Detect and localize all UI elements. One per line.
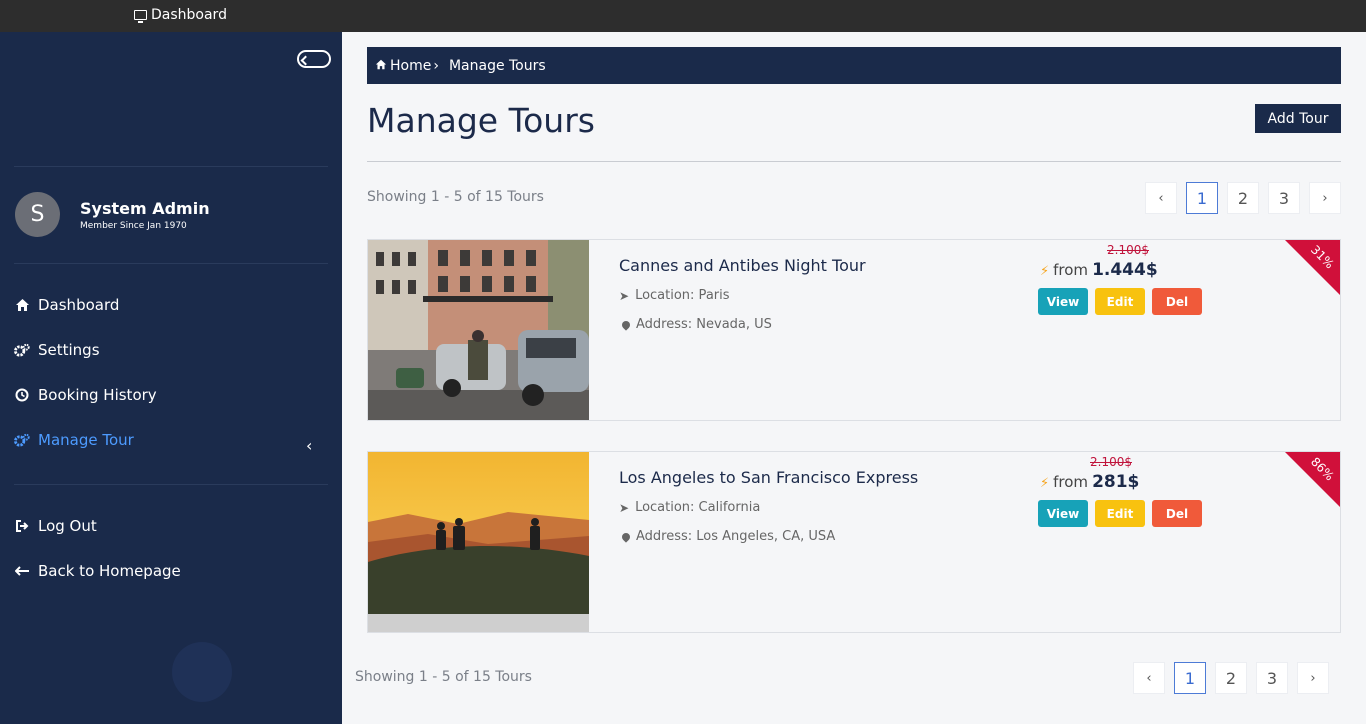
- delete-button[interactable]: Del: [1152, 500, 1202, 527]
- sidebar: S System Admin Member Since Jan 1970 Das…: [0, 32, 342, 724]
- map-marker-icon: [620, 530, 632, 543]
- add-tour-button[interactable]: Add Tour: [1255, 104, 1341, 133]
- sidebar-item-label: Settings: [38, 341, 100, 359]
- tour-name[interactable]: Los Angeles to San Francisco Express: [619, 468, 918, 487]
- topbar-dashboard-label: Dashboard: [151, 7, 227, 23]
- prev-page-button[interactable]: ‹: [1145, 182, 1177, 214]
- tour-price-from: from: [1053, 261, 1089, 279]
- pagination-top: ‹ 1 2 3 ›: [1145, 182, 1341, 214]
- pagination-bottom: ‹ 1 2 3 ›: [1133, 662, 1329, 694]
- sign-out-icon: [14, 518, 30, 534]
- top-bar: Dashboard: [0, 0, 1366, 32]
- sidebar-toggle-icon[interactable]: [297, 50, 331, 68]
- prev-page-button[interactable]: ‹: [1133, 662, 1165, 694]
- breadcrumb-home-link[interactable]: Home: [390, 58, 431, 74]
- tour-card: Cannes and Antibes Night Tour ➤ Location…: [367, 239, 1341, 421]
- page-button-1[interactable]: 1: [1174, 662, 1206, 694]
- showing-count: Showing 1 - 5 of 15 Tours: [367, 189, 544, 205]
- tour-old-price: 2.100$: [1090, 455, 1132, 469]
- tour-old-price: 2.100$: [1107, 243, 1149, 257]
- avatar: S: [15, 192, 60, 237]
- tour-location: ➤ Location: Paris: [619, 288, 730, 303]
- paper-plane-icon: ➤: [619, 288, 630, 303]
- tour-price: ⚡ from 1.444$: [1040, 260, 1158, 280]
- breadcrumb: Home › Manage Tours: [367, 47, 1341, 84]
- page-button-2[interactable]: 2: [1227, 182, 1259, 214]
- sidebar-item-label: Booking History: [38, 386, 157, 404]
- tour-address: Address: Nevada, US: [620, 317, 772, 332]
- sidebar-item-manage-tour[interactable]: Manage Tour: [14, 431, 134, 449]
- tour-actions: View Edit Del: [1038, 500, 1202, 527]
- bolt-icon: ⚡: [1040, 264, 1050, 279]
- sidebar-item-dashboard[interactable]: Dashboard: [14, 296, 119, 314]
- tour-price-from: from: [1053, 473, 1089, 491]
- showing-count-bottom: Showing 1 - 5 of 15 Tours: [355, 669, 532, 685]
- home-icon: [14, 297, 30, 313]
- decorative-circle: [172, 642, 232, 702]
- view-button[interactable]: View: [1038, 288, 1088, 315]
- edit-button[interactable]: Edit: [1095, 500, 1145, 527]
- page-button-1[interactable]: 1: [1186, 182, 1218, 214]
- tour-address-text: Address: Nevada, US: [636, 317, 772, 332]
- divider: [14, 166, 328, 167]
- edit-button[interactable]: Edit: [1095, 288, 1145, 315]
- page-button-3[interactable]: 3: [1268, 182, 1300, 214]
- sidebar-item-label: Back to Homepage: [38, 562, 181, 580]
- user-name: System Admin: [80, 199, 210, 218]
- view-button[interactable]: View: [1038, 500, 1088, 527]
- clock-icon: [14, 387, 30, 403]
- chevron-right-icon: ›: [433, 57, 439, 74]
- monitor-icon: [134, 10, 147, 23]
- page-title: Manage Tours: [367, 101, 595, 140]
- divider: [14, 484, 328, 485]
- tour-photo: [368, 240, 589, 420]
- topbar-dashboard-link[interactable]: Dashboard: [134, 7, 227, 23]
- next-page-button[interactable]: ›: [1297, 662, 1329, 694]
- divider: [14, 263, 328, 264]
- sidebar-item-label: Dashboard: [38, 296, 120, 314]
- sidebar-item-back-home[interactable]: Back to Homepage: [14, 562, 181, 580]
- tour-location-text: Location: Paris: [635, 288, 730, 303]
- map-marker-icon: [620, 318, 632, 331]
- delete-button[interactable]: Del: [1152, 288, 1202, 315]
- gears-icon: [14, 342, 30, 358]
- tour-location-text: Location: California: [635, 500, 761, 515]
- tour-price-amount: 281$: [1092, 472, 1140, 492]
- user-since: Member Since Jan 1970: [80, 221, 187, 231]
- sidebar-item-booking-history[interactable]: Booking History: [14, 386, 157, 404]
- bolt-icon: ⚡: [1040, 476, 1050, 491]
- tour-actions: View Edit Del: [1038, 288, 1202, 315]
- sidebar-item-label: Log Out: [38, 517, 97, 535]
- arrow-left-icon: [14, 563, 30, 579]
- tour-address-text: Address: Los Angeles, CA, USA: [636, 529, 836, 544]
- breadcrumb-current: Manage Tours: [448, 57, 546, 74]
- page-button-2[interactable]: 2: [1215, 662, 1247, 694]
- page-button-3[interactable]: 3: [1256, 662, 1288, 694]
- next-page-button[interactable]: ›: [1309, 182, 1341, 214]
- tour-name[interactable]: Cannes and Antibes Night Tour: [619, 256, 866, 275]
- sidebar-item-label: Manage Tour: [38, 431, 134, 449]
- tour-photo: [368, 452, 589, 632]
- sidebar-item-settings[interactable]: Settings: [14, 341, 100, 359]
- chevron-left-icon[interactable]: ‹: [306, 436, 312, 455]
- sidebar-item-logout[interactable]: Log Out: [14, 517, 97, 535]
- divider: [367, 161, 1341, 162]
- gears-icon: [14, 432, 30, 448]
- tour-price-amount: 1.444$: [1092, 260, 1158, 280]
- tour-address: Address: Los Angeles, CA, USA: [620, 529, 836, 544]
- tour-price: ⚡ from 281$: [1040, 472, 1139, 492]
- home-icon: [375, 58, 387, 74]
- tour-location: ➤ Location: California: [619, 500, 760, 515]
- paper-plane-icon: ➤: [619, 500, 630, 515]
- tour-card: Los Angeles to San Francisco Express ➤ L…: [367, 451, 1341, 633]
